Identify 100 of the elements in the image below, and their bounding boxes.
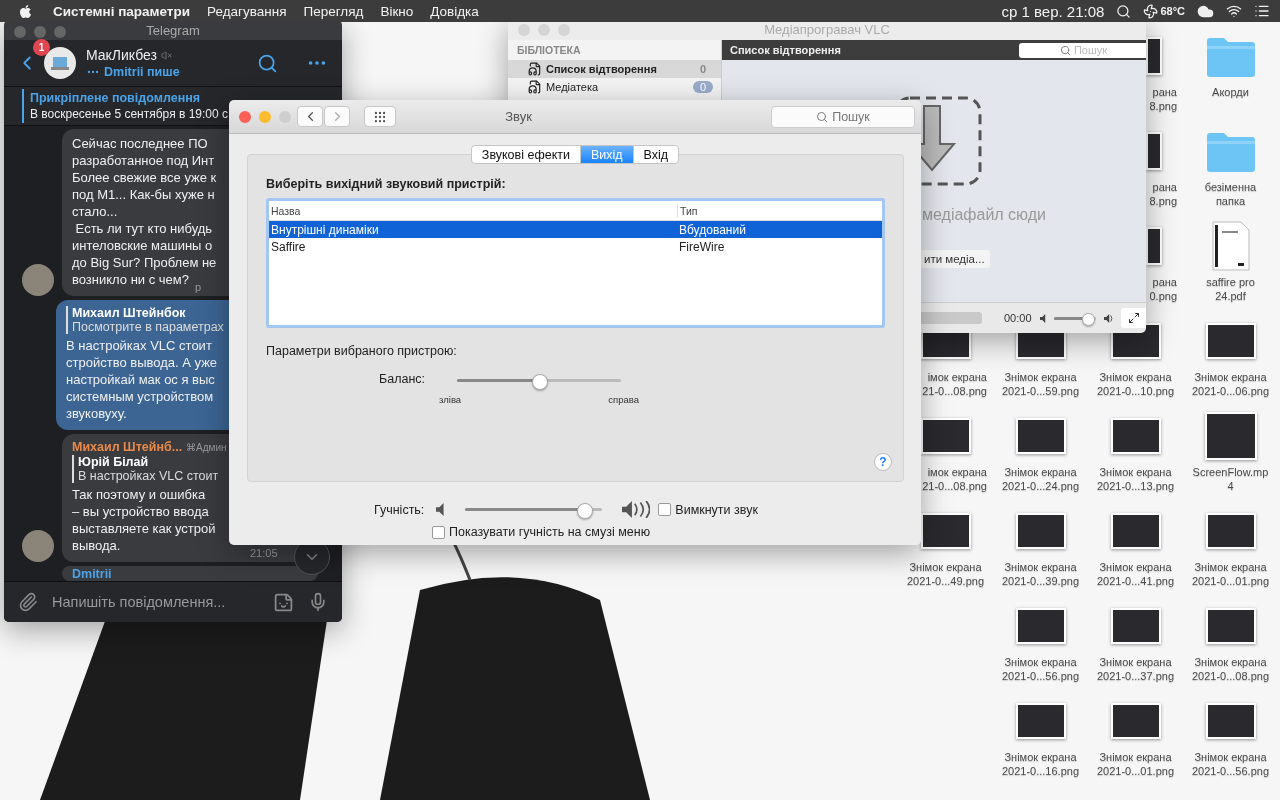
screenshot-thumbnail [1015, 608, 1066, 644]
screenshot-thumbnail [1205, 323, 1256, 359]
temperature[interactable]: 68°C [1160, 5, 1185, 17]
screenshot-thumbnail [1146, 132, 1162, 170]
screenshot-thumbnail [1205, 703, 1256, 739]
pinned-text: В воскресенье 5 сентября в 19:00 с [30, 107, 229, 121]
screenshot-thumbnail [1205, 513, 1256, 549]
item-count: 0 [698, 63, 707, 75]
screenshot-thumbnail [1015, 418, 1066, 454]
search-icon[interactable] [1116, 3, 1132, 19]
avatar[interactable] [22, 530, 54, 562]
menu-item[interactable]: Перегляд [303, 3, 364, 19]
search-icon [1059, 44, 1071, 56]
file-name: Знімок екрана 2021-0...10.png [1096, 370, 1175, 398]
help-button[interactable]: ? [874, 453, 892, 471]
expand-icon [1127, 312, 1140, 324]
file-name: рана 8.png [1149, 180, 1178, 208]
wifi-icon[interactable] [1226, 3, 1242, 19]
clock[interactable]: ср 1 вер. 21:08 [1001, 2, 1105, 20]
menu-bar-checkbox[interactable]: Показувати гучність на смузі меню [432, 525, 904, 539]
grid-icon [373, 109, 387, 124]
fullscreen-button[interactable] [1120, 308, 1146, 328]
video-thumbnail [1204, 412, 1257, 460]
section-label: Параметри вибраного пристрою: [266, 344, 458, 358]
group-avatar[interactable] [44, 47, 76, 79]
library-item[interactable]: Медіатека 0 [508, 78, 721, 96]
reply-text: В настройках VLC стоит [78, 469, 219, 483]
volume-high-icon [622, 501, 651, 518]
file-name: Знімок екрана 2021-0...13.png [1096, 465, 1175, 493]
window-title: Медіапрогравач VLC [764, 21, 890, 37]
author-name: Михаил Штейнб... [72, 440, 183, 454]
file-name: Знімок екрана 2021-0...56.png [1191, 750, 1270, 778]
file-name: Знімок екрана 2021-0...49.png [906, 560, 985, 588]
file-name: Знімок екрана 2021-0...59.png [1001, 370, 1080, 398]
author-name: Dmitrii [72, 567, 112, 581]
file-name: Знімок екрана 2021-0...01.png [1191, 560, 1270, 588]
section-label: Виберіть вихідний звуковий пристрій: [266, 177, 507, 191]
slider-thumb[interactable] [532, 373, 549, 390]
file-name: Знімок екрана 2021-0...06.png [1191, 370, 1270, 398]
library-item[interactable]: Список відтворення 0 [508, 60, 721, 78]
tab[interactable]: Вхід [632, 145, 680, 164]
menu-item[interactable]: Редагування [207, 3, 287, 19]
device-row[interactable]: Saffire FireWire [269, 238, 882, 255]
menu-item[interactable]: Системні параметри [53, 3, 191, 19]
search-icon[interactable] [257, 52, 278, 74]
typing-status: Dmitrii пише [104, 65, 180, 79]
message-text: Так поэтому и ошибка – вы устройство ввода выставляете как устрой вывода. [72, 486, 216, 554]
column-header[interactable]: Тип [677, 204, 882, 217]
drop-hint: медіафайл сюди [922, 206, 1047, 224]
file-name: рана 0.png [1149, 275, 1178, 303]
reply-quote[interactable]: Михаил Штейнбок Посмотрите в параметрах [66, 306, 224, 334]
menu-item[interactable]: Довідка [430, 3, 479, 19]
reply-author: Михаил Штейнбок [72, 306, 187, 320]
left-label: зліва [439, 394, 462, 405]
music-file-icon [528, 62, 542, 76]
show-all-button[interactable] [364, 106, 396, 127]
window-title: Звук [504, 109, 533, 124]
file-name: Акорди [1212, 85, 1249, 99]
admin-tag: ⌘Админ [186, 442, 227, 453]
screenshot-thumbnail [1205, 608, 1256, 644]
folder-icon [1204, 35, 1257, 77]
message-text: В настройках VLC стоит стройство вывода. А уже настройкай мак ос я выс системным устройством звуковуху. [66, 337, 218, 422]
playlist-title: Список відтворення [730, 44, 841, 56]
slider-thumb[interactable] [577, 502, 594, 519]
fan-icon[interactable] [1143, 3, 1159, 19]
file-name: Знімок екрана 2021-0...39.png [1001, 560, 1080, 588]
muted-icon [160, 49, 172, 61]
attach-icon[interactable] [18, 592, 38, 612]
volume-label: Гучність: [374, 502, 425, 517]
sticker-icon[interactable] [273, 591, 294, 613]
file-name: Знімок екрана 2021-0...01.png [1096, 750, 1175, 778]
chat-name: МакЛикбез [86, 47, 157, 63]
search-field[interactable]: Пошук [771, 105, 915, 128]
device-row[interactable]: Внутрішні динаміки Вбудований [269, 221, 882, 238]
mute-checkbox[interactable]: Вимкнути звук [658, 502, 758, 517]
document-icon [1211, 221, 1250, 271]
screenshot-thumbnail [1110, 418, 1161, 454]
window-title: Telegram [146, 22, 200, 38]
back-button[interactable] [297, 106, 323, 127]
file-name: імок екрана 21-0...08.png [922, 370, 988, 398]
apple-icon[interactable] [18, 3, 33, 19]
file-name: Знімок екрана 2021-0...41.png [1096, 560, 1175, 588]
screenshot-thumbnail [1146, 227, 1162, 265]
menu-item[interactable]: Вікно [380, 3, 414, 19]
tab[interactable]: Звукові ефекти [470, 145, 581, 164]
avatar[interactable] [22, 264, 54, 296]
reply-quote[interactable]: Юрій Білай В настройках VLC стоит [72, 455, 219, 483]
volume-low-icon[interactable] [1039, 313, 1046, 323]
table-cell-text: Saffire [270, 239, 307, 254]
file-name: ScreenFlow.mp 4 [1192, 465, 1269, 493]
column-header[interactable]: Назва [269, 204, 677, 217]
file-name: Знімок екрана 2021-0...16.png [1001, 750, 1080, 778]
screenshot-thumbnail [1110, 703, 1161, 739]
screenshot-thumbnail [1015, 703, 1066, 739]
slider-thumb[interactable] [1082, 312, 1096, 326]
list-icon[interactable] [1254, 3, 1270, 19]
playback-time: 00:00 [1004, 312, 1032, 324]
laptop-icon [51, 56, 69, 70]
volume-high-icon[interactable] [1103, 313, 1113, 323]
mic-icon[interactable] [308, 592, 328, 612]
